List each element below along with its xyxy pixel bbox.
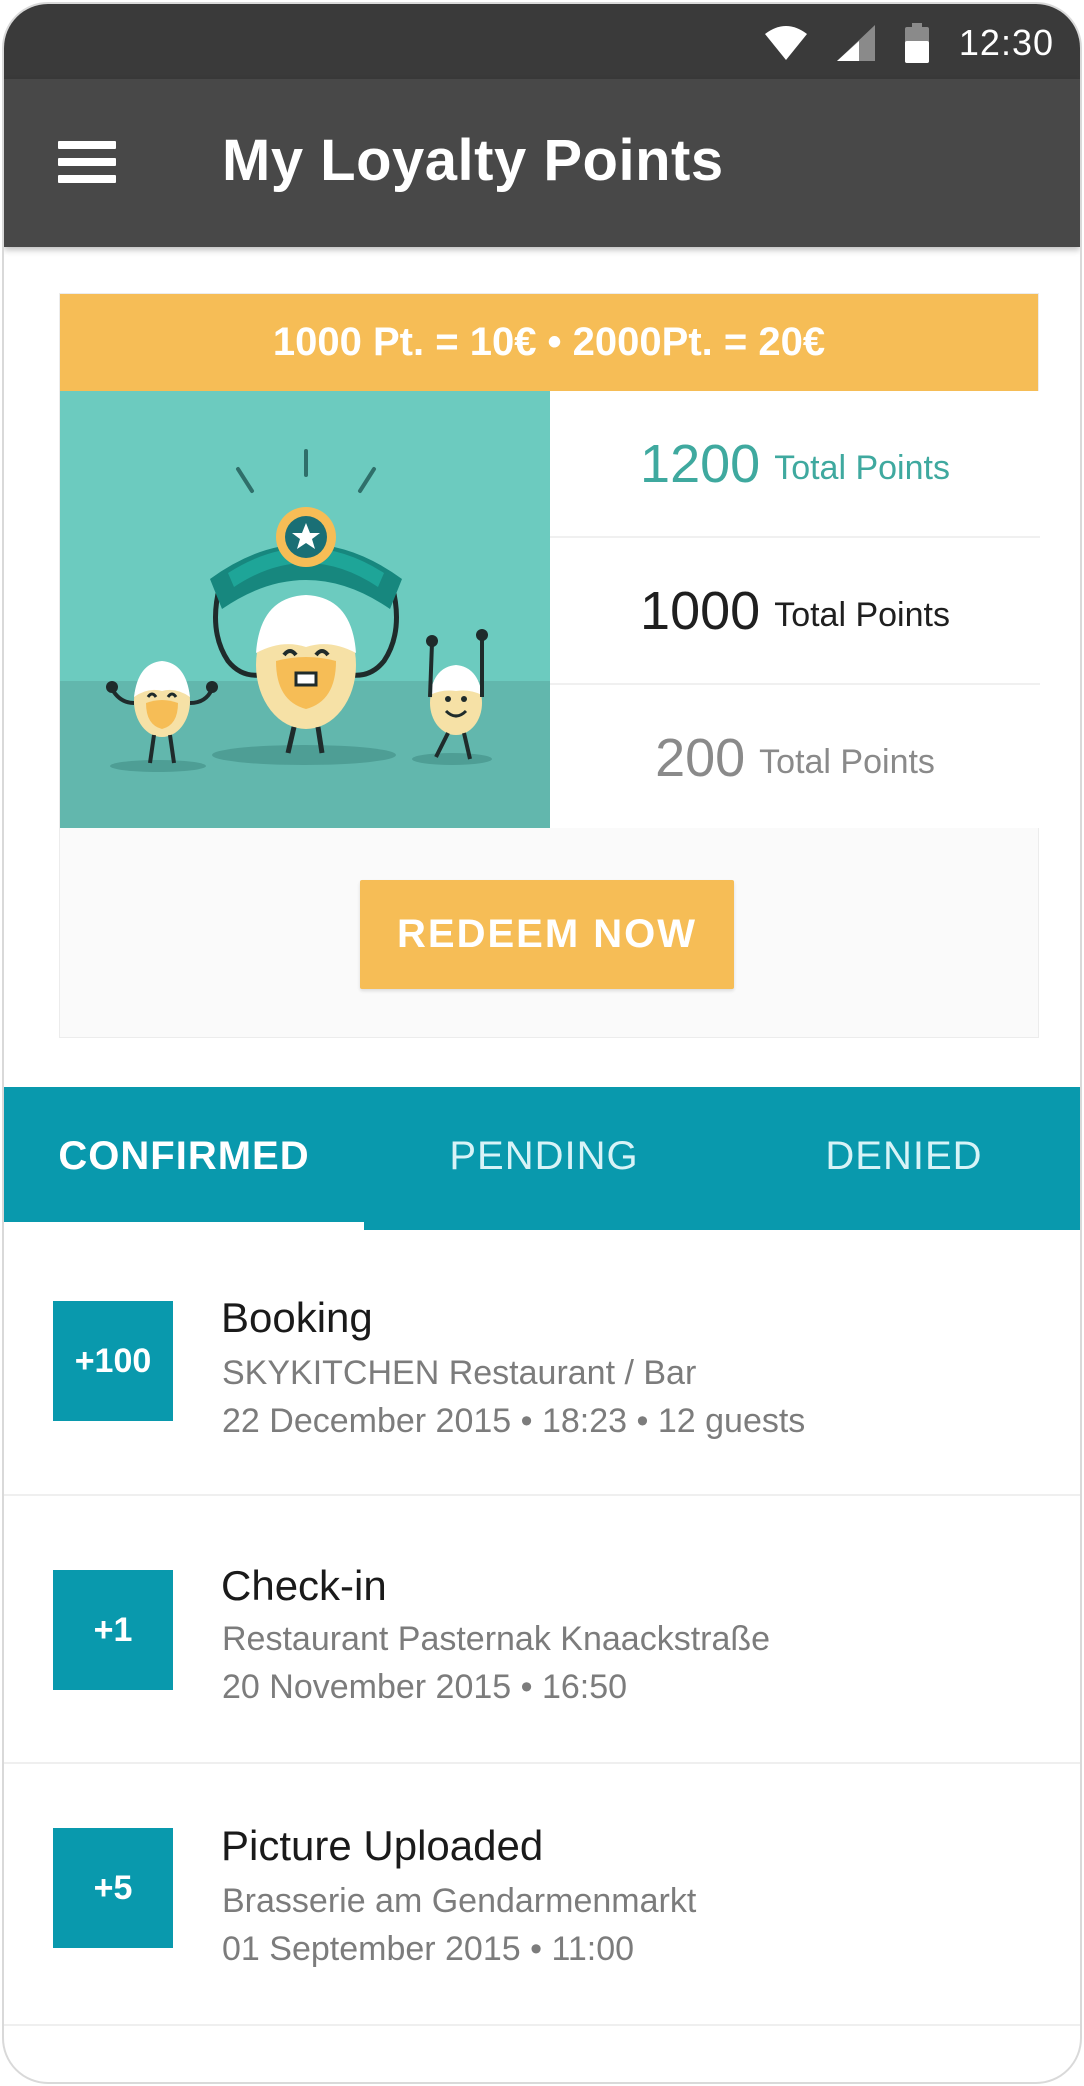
status-tabs: CONFIRMED PENDING DENIED xyxy=(4,1087,1080,1230)
item-title: Check-in xyxy=(221,1562,387,1609)
item-place: SKYKITCHEN Restaurant / Bar xyxy=(222,1354,697,1392)
points-row: 1200 Total Points xyxy=(550,391,1040,536)
active-tab-indicator xyxy=(4,1222,364,1230)
rate-banner: 1000 Pt. = 10€ • 2000Pt. = 20€ xyxy=(60,294,1038,391)
signal-icon xyxy=(836,25,875,61)
points-label: Total Points xyxy=(759,743,935,781)
item-title: Picture Uploaded xyxy=(221,1822,544,1869)
tab-confirmed[interactable]: CONFIRMED xyxy=(4,1087,364,1226)
egg-characters-illustration xyxy=(60,391,550,828)
item-details: 01 September 2015 • 11:00 xyxy=(222,1930,635,1968)
tab-pending[interactable]: PENDING xyxy=(364,1087,724,1226)
hamburger-menu-icon[interactable] xyxy=(58,141,122,185)
points-badge: +100 xyxy=(53,1301,173,1421)
item-details: 22 December 2015 • 18:23 • 12 guests xyxy=(222,1402,806,1440)
page-title: My Loyalty Points xyxy=(222,128,724,193)
list-item[interactable]: +1 Check-in Restaurant Pasternak Knaacks… xyxy=(4,1498,1080,1764)
points-value: 1200 xyxy=(640,433,761,494)
list-item[interactable]: +100 Booking SKYKITCHEN Restaurant / Bar… xyxy=(4,1230,1080,1496)
points-label: Total Points xyxy=(774,596,950,634)
list-item[interactable]: +5 Picture Uploaded Brasserie am Gendarm… xyxy=(4,1760,1080,2026)
status-time: 12:30 xyxy=(958,22,1054,63)
points-value: 1000 xyxy=(640,580,761,641)
points-row: 200 Total Points xyxy=(550,685,1040,830)
redeem-now-button[interactable]: REDEEM NOW xyxy=(360,880,734,989)
item-place: Brasserie am Gendarmenmarkt xyxy=(222,1882,697,1920)
item-place: Restaurant Pasternak Knaackstraße xyxy=(222,1620,771,1658)
points-label: Total Points xyxy=(774,449,950,487)
item-details: 20 November 2015 • 16:50 xyxy=(222,1668,628,1706)
item-title: Booking xyxy=(221,1294,373,1341)
points-row: 1000 Total Points xyxy=(550,538,1040,683)
points-badge: +5 xyxy=(53,1828,173,1948)
points-summary: 1200 Total Points 1000 Total Points 200 … xyxy=(550,391,1040,828)
points-value: 200 xyxy=(655,727,746,788)
status-bar: 12:30 xyxy=(4,4,1080,79)
wifi-icon xyxy=(764,26,807,60)
phone-frame: 12:30 My Loyalty Points 1000 Pt. = 10€ •… xyxy=(2,2,1082,2084)
tab-denied[interactable]: DENIED xyxy=(724,1087,1080,1226)
loyalty-card: 1000 Pt. = 10€ • 2000Pt. = 20€ 1200 Tota… xyxy=(59,293,1040,1038)
battery-icon xyxy=(904,23,929,63)
points-badge: +1 xyxy=(53,1570,173,1690)
app-bar: My Loyalty Points xyxy=(4,79,1080,247)
